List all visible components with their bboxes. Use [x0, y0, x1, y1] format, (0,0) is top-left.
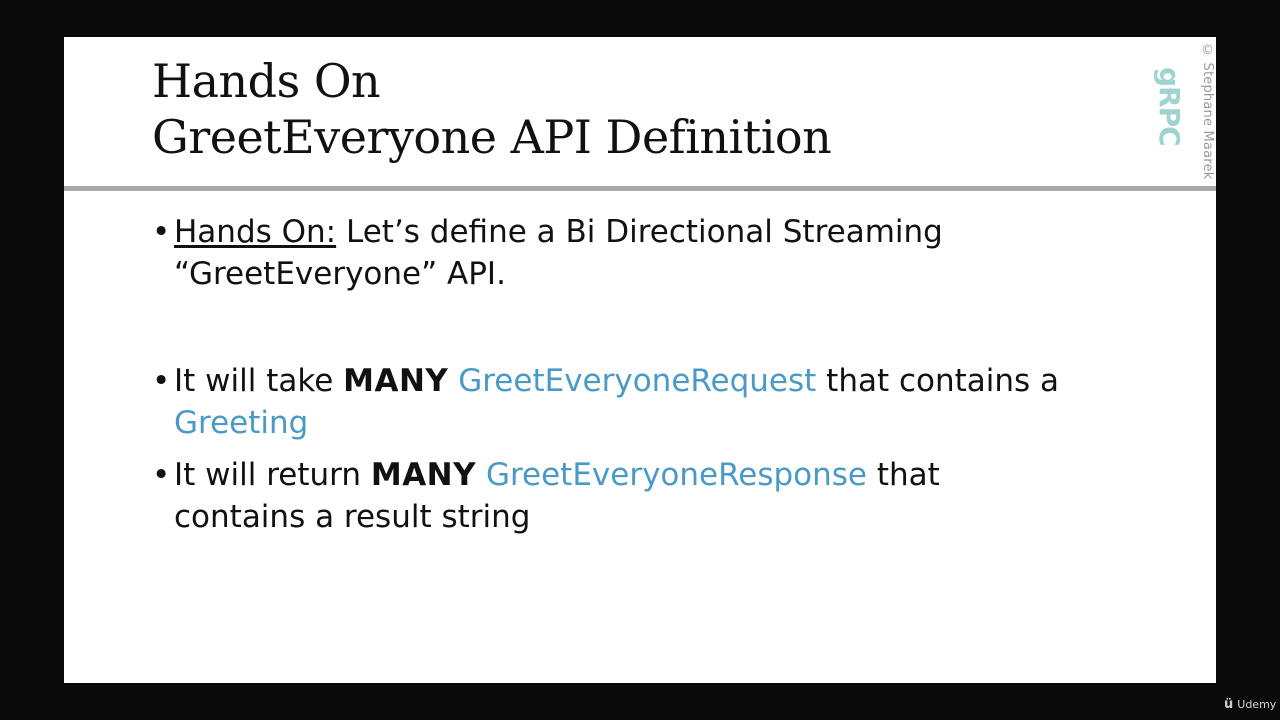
slide-title: Hands On GreetEveryone API Definition — [152, 53, 832, 165]
bullet-item-2: • It will take MANY GreetEveryoneRequest… — [152, 360, 1152, 444]
bullet-2-emphasis: MANY — [343, 363, 449, 399]
bullet-3-type-name: GreetEveryoneResponse — [485, 457, 867, 493]
bullet-list: • Hands On: Let’s define a Bi Directiona… — [152, 211, 1152, 538]
bullet-1-label: Hands On: — [174, 214, 337, 250]
bullet-3-suffix: that — [867, 457, 940, 493]
title-divider — [64, 186, 1216, 191]
bullet-dot: • — [152, 457, 171, 493]
bullet-1-text-line2: “GreetEveryone” API. — [174, 256, 506, 292]
udemy-logo-icon: ü — [1224, 697, 1234, 712]
bullet-dot: • — [152, 214, 171, 250]
bullet-item-3: • It will return MANY GreetEveryoneRespo… — [152, 454, 1152, 538]
bullet-dot: • — [152, 363, 171, 399]
udemy-watermark: ü Udemy — [1224, 697, 1276, 712]
bullet-1-text: Let’s define a Bi Directional Streaming — [336, 214, 943, 250]
bullet-2-suffix: that contains a — [816, 363, 1060, 399]
bullet-2-field: Greeting — [174, 405, 309, 441]
udemy-brand-text: Udemy — [1237, 698, 1277, 711]
bullet-2-type-name: GreetEveryoneRequest — [458, 363, 817, 399]
title-line-2: GreetEveryone API Definition — [152, 110, 832, 164]
copyright-text: © Stephane Maarek — [1200, 43, 1215, 180]
title-line-1: Hands On — [152, 54, 381, 108]
slide: Hands On GreetEveryone API Definition gR… — [64, 37, 1216, 683]
bullet-3-emphasis: MANY — [370, 457, 477, 493]
grpc-logo: gRPC — [1153, 67, 1186, 146]
video-frame: Hands On GreetEveryone API Definition gR… — [0, 0, 1280, 720]
bullet-2-prefix: It will take — [174, 363, 344, 399]
bullet-3-prefix: It will return — [174, 457, 371, 493]
bullet-item-1: • Hands On: Let’s define a Bi Directiona… — [152, 211, 1152, 295]
bullet-3-text-line2: contains a result string — [174, 499, 531, 535]
